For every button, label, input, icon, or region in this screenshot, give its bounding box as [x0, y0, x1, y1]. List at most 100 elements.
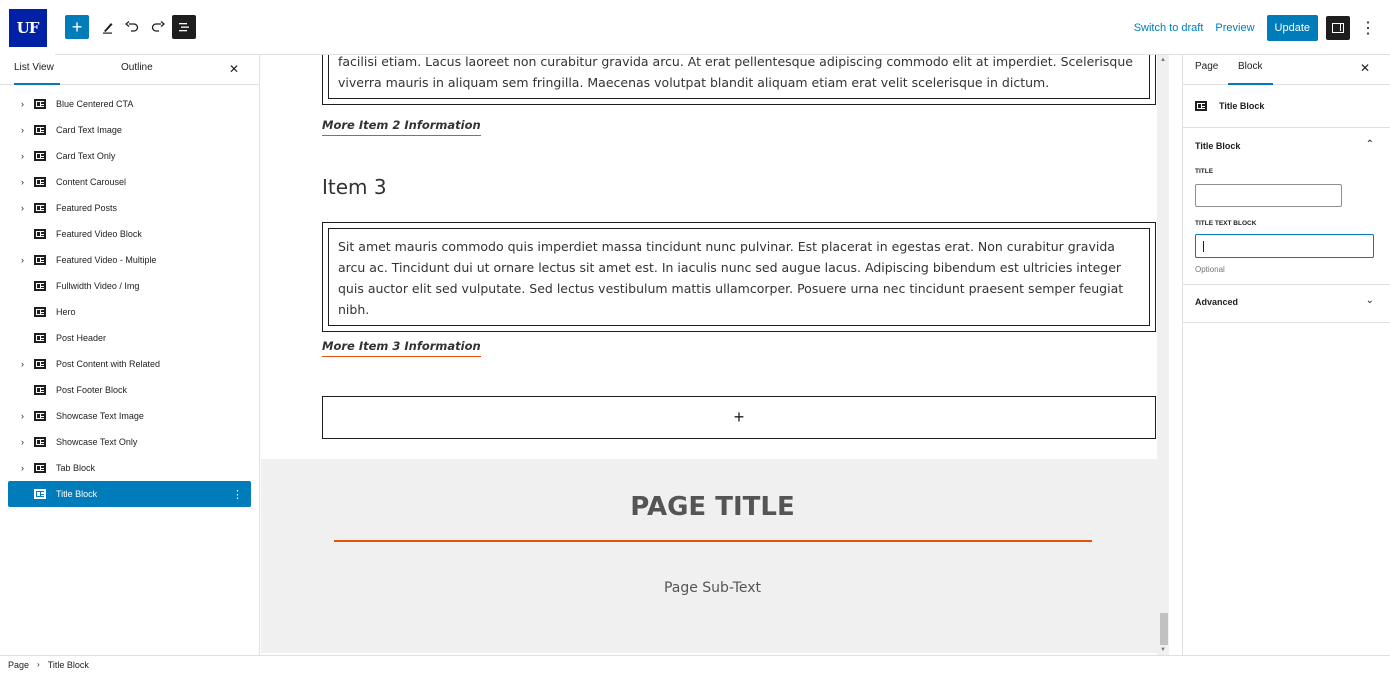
switch-to-draft-button[interactable]: Switch to draft	[1134, 22, 1204, 34]
list-view-item-label: Hero	[56, 307, 76, 317]
chevron-right-icon[interactable]: ›	[8, 125, 24, 135]
list-view-item[interactable]: Post Footer Block	[8, 377, 251, 403]
editor-canvas: facilisi etiam. Lacus laoreet non curabi…	[261, 55, 1169, 655]
chevron-down-icon[interactable]: ⌄	[1366, 295, 1374, 306]
block-icon	[34, 177, 46, 187]
panel-title[interactable]: Title Block	[1195, 141, 1240, 151]
block-icon	[34, 437, 46, 447]
chevron-right-icon[interactable]: ›	[8, 359, 24, 369]
list-view-item[interactable]: Title Block ⋮	[8, 481, 251, 507]
title-block-settings-panel: Title Block ⌃ TITLE TITLE TEXT BLOCK Opt…	[1183, 128, 1390, 285]
list-view-item-label: Featured Posts	[56, 203, 118, 213]
block-icon	[34, 333, 46, 343]
block-icon	[34, 99, 46, 109]
pencil-icon[interactable]	[96, 15, 120, 39]
list-view-item-label: Tab Block	[56, 463, 96, 473]
block-icon	[34, 281, 46, 291]
block-icon	[34, 307, 46, 317]
title-input[interactable]	[1195, 184, 1342, 207]
item-3-text-box[interactable]: Sit amet mauris commodo quis imperdiet m…	[322, 222, 1156, 332]
settings-sidebar: Page Block ✕ Title Block Title Block ⌃ T…	[1182, 55, 1390, 655]
advanced-panel-title[interactable]: Advanced	[1195, 297, 1238, 307]
site-logo-button[interactable]: UF	[0, 0, 55, 55]
list-view-item-label: Post Content with Related	[56, 359, 161, 369]
list-view-item[interactable]: › Showcase Text Image	[8, 403, 251, 429]
tab-block[interactable]: Block	[1228, 55, 1273, 85]
chevron-right-icon[interactable]: ›	[8, 411, 24, 421]
more-item-2-link[interactable]: More Item 2 Information	[322, 118, 481, 136]
tab-list-view[interactable]: List View	[14, 55, 60, 85]
more-item-3-link[interactable]: More Item 3 Information	[322, 339, 481, 357]
more-vertical-icon[interactable]: ⋮	[232, 488, 243, 501]
list-view-item[interactable]: Featured Video Block	[8, 221, 251, 247]
list-view-panel: List View Outline ✕ › Blue Centered CTA › C…	[0, 55, 260, 655]
block-icon	[34, 203, 46, 213]
redo-icon[interactable]	[146, 15, 170, 39]
block-icon	[34, 125, 46, 135]
scrollbar-thumb[interactable]	[1160, 613, 1168, 645]
list-view-item-label: Blue Centered CTA	[56, 99, 134, 109]
item-2-text[interactable]: facilisi etiam. Lacus laoreet non curabi…	[328, 55, 1150, 99]
list-view-item[interactable]: › Content Carousel	[8, 169, 251, 195]
chevron-right-icon[interactable]: ›	[8, 99, 24, 109]
list-view-item[interactable]: › Featured Posts	[8, 195, 251, 221]
chevron-right-icon[interactable]: ›	[8, 437, 24, 447]
title-divider	[334, 540, 1092, 542]
block-icon	[34, 463, 46, 473]
canvas-scrollbar[interactable]: ▲ ▼	[1157, 55, 1169, 655]
item-3-heading[interactable]: Item 3	[322, 175, 387, 199]
title-text-block-input[interactable]	[1195, 234, 1374, 258]
preview-button[interactable]: Preview	[1215, 22, 1254, 34]
chevron-right-icon[interactable]: ›	[8, 203, 24, 213]
breadcrumb-page[interactable]: Page	[8, 660, 29, 670]
list-view-item-label: Title Block	[56, 489, 98, 499]
title-block-preview[interactable]: PAGE TITLE Page Sub-Text	[261, 459, 1164, 653]
list-view-item[interactable]: › Blue Centered CTA	[8, 91, 251, 117]
page-subtext: Page Sub-Text	[663, 580, 762, 596]
block-appender-button[interactable]: +	[322, 396, 1156, 439]
chevron-right-icon[interactable]: ›	[8, 151, 24, 161]
list-view-item[interactable]: › Featured Video - Multiple	[8, 247, 251, 273]
item-2-text-box[interactable]: facilisi etiam. Lacus laoreet non curabi…	[322, 55, 1156, 105]
item-3-text[interactable]: Sit amet mauris commodo quis imperdiet m…	[328, 228, 1150, 326]
undo-icon[interactable]	[120, 15, 144, 39]
advanced-panel[interactable]: Advanced ⌄	[1183, 285, 1390, 323]
list-view-item[interactable]: Fullwidth Video / Img	[8, 273, 251, 299]
list-view-item-label: Showcase Text Image	[56, 411, 144, 421]
block-icon	[1195, 101, 1207, 111]
chevron-right-icon[interactable]: ›	[8, 177, 24, 187]
list-view-item[interactable]: › Card Text Image	[8, 117, 251, 143]
block-card: Title Block	[1183, 85, 1390, 128]
sidebar-tabs: Page Block ✕	[1183, 55, 1390, 85]
breadcrumb-title-block[interactable]: Title Block	[48, 660, 89, 670]
block-icon	[34, 229, 46, 239]
chevron-right-icon[interactable]: ›	[8, 255, 24, 265]
list-view-item-label: Showcase Text Only	[56, 437, 138, 447]
tab-page[interactable]: Page	[1195, 55, 1218, 85]
list-view-item[interactable]: Hero	[8, 299, 251, 325]
more-vertical-icon[interactable]: ⋮	[1360, 18, 1376, 38]
tab-outline[interactable]: Outline	[121, 55, 153, 85]
close-icon[interactable]: ✕	[229, 62, 239, 76]
chevron-right-icon[interactable]: ›	[8, 463, 24, 473]
close-icon[interactable]: ✕	[1360, 61, 1370, 75]
item-2-text-line-2: viverra mauris in aliquam sem fringilla.…	[338, 75, 1050, 90]
chevron-up-icon[interactable]: ⌃	[1366, 139, 1374, 150]
list-view-item-label: Card Text Image	[56, 125, 122, 135]
list-view-item[interactable]: Post Header	[8, 325, 251, 351]
plus-icon[interactable]: +	[65, 15, 89, 39]
breadcrumb: Page › Title Block	[0, 655, 1390, 673]
page-title: PAGE TITLE	[630, 492, 795, 522]
list-view-item[interactable]: › Post Content with Related	[8, 351, 251, 377]
update-button[interactable]: Update	[1266, 14, 1318, 41]
list-view-item[interactable]: › Tab Block	[8, 455, 251, 481]
list-view-item[interactable]: › Card Text Only	[8, 143, 251, 169]
list-view-item-label: Featured Video - Multiple	[56, 255, 157, 265]
list-view-icon[interactable]	[172, 15, 196, 39]
sidebar-toggle-icon[interactable]	[1326, 15, 1350, 40]
list-view-item-label: Card Text Only	[56, 151, 116, 161]
block-icon	[34, 411, 46, 421]
list-view-item-label: Fullwidth Video / Img	[56, 281, 140, 291]
block-card-title: Title Block	[1219, 101, 1265, 111]
list-view-item[interactable]: › Showcase Text Only	[8, 429, 251, 455]
